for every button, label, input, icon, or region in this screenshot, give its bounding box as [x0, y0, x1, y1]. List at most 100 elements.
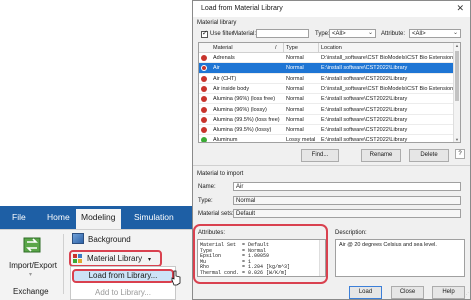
column-header-type[interactable]: Type: [286, 45, 298, 51]
material-sets-field: Default: [233, 209, 461, 218]
resize-grip-icon[interactable]: ⋰: [464, 292, 469, 298]
cell-type: Normal: [286, 85, 304, 92]
use-filter-label: Use filter: [210, 31, 234, 37]
material-library-dropdown-icon[interactable]: ▾: [148, 256, 151, 263]
scrollbar-thumb[interactable]: [455, 51, 459, 101]
delete-button[interactable]: Delete: [409, 149, 449, 162]
type-filter-select[interactable]: <All> ⌄: [329, 29, 376, 38]
scroll-down-icon[interactable]: ▼: [455, 137, 459, 142]
chevron-down-icon: ⌄: [452, 30, 458, 36]
cell-material: Air (CHT): [213, 75, 237, 82]
group-label-exchange: Exchange: [13, 287, 49, 296]
attributes-list[interactable]: Material Set = Default Type = Normal Epsil…: [197, 239, 326, 277]
table-row[interactable]: Air inside body Normal D:\install_software…: [199, 84, 455, 95]
material-filter-label: Material:: [233, 31, 257, 37]
load-material-dialog: Load from Material Library ✕ Material li…: [192, 0, 471, 300]
material-color-icon: [201, 116, 207, 123]
find-button[interactable]: Find...: [301, 149, 339, 162]
cell-type: Normal: [286, 116, 304, 123]
cell-material: Aluminum: [213, 137, 238, 143]
cell-location: E:\install software\CST2022\Library: [321, 96, 408, 103]
cell-type: Normal: [286, 96, 304, 103]
attributes-label: Attributes:: [198, 230, 226, 236]
dialog-title: Load from Material Library: [201, 5, 283, 12]
table-row[interactable]: Alumina (99.5%) (loss free) Normal E:\inst…: [199, 115, 455, 126]
cell-material: Air inside body: [213, 85, 250, 92]
cell-type: Normal: [286, 75, 304, 82]
material-color-icon: [201, 96, 207, 103]
attributes-scrollbar[interactable]: [319, 240, 325, 276]
type-field: Normal: [233, 196, 461, 205]
menu-item-load-from-library[interactable]: Load from Library...: [72, 269, 174, 283]
tab-simulation[interactable]: Simulation: [134, 212, 174, 222]
cell-location: E:\install software\CST2022\Library: [321, 75, 408, 82]
column-divider[interactable]: [318, 43, 319, 53]
tab-file[interactable]: File: [12, 212, 26, 222]
import-export-dropdown-icon[interactable]: ▾: [29, 271, 32, 278]
use-filter-checkbox[interactable]: ✓: [201, 30, 208, 38]
material-color-icon: [201, 65, 207, 72]
cell-type: Normal: [286, 127, 304, 134]
group-label-material-library: Material library: [197, 20, 237, 26]
column-divider[interactable]: [283, 43, 284, 53]
table-row[interactable]: Aluminum Lossy metal E:\install software\C…: [199, 135, 455, 143]
table-scrollbar[interactable]: ▲ ▼: [453, 43, 460, 142]
material-color-icon: [201, 85, 207, 92]
rename-button[interactable]: Rename: [361, 149, 401, 162]
table-row[interactable]: Alumina (99.5%) (lossy) Normal E:\install …: [199, 125, 455, 136]
scroll-up-icon[interactable]: ▲: [455, 43, 459, 48]
check-icon: ✓: [202, 30, 208, 37]
cell-location: E:\install software\CST2022\Library: [321, 106, 408, 113]
import-export-button[interactable]: Import/Export: [9, 261, 57, 270]
column-header-location[interactable]: Location: [321, 45, 342, 51]
description-label: Description:: [335, 230, 367, 236]
table-row[interactable]: Adrenals Normal D:\install_software\CST Bi…: [199, 53, 455, 64]
attribute-filter-value: <All>: [412, 31, 426, 37]
material-library-menu: Load from Library... Add to Library...: [70, 266, 176, 300]
description-value: Air @ 20 degrees Celsius and sea level.: [339, 242, 437, 248]
cell-material: Alumina (96%) (loss free): [213, 96, 276, 103]
ribbon-tab-bar: File Home Modeling Simulation: [0, 206, 198, 229]
cell-location: E:\install software\CST2022\Library: [321, 127, 408, 134]
cell-type: Normal: [286, 55, 304, 61]
material-color-icon: [201, 55, 207, 61]
type-filter-value: <All>: [332, 31, 346, 37]
table-row[interactable]: Air Normal E:\install software\CST2022\Lib…: [199, 63, 455, 74]
mouse-cursor-icon: [171, 270, 181, 286]
close-icon[interactable]: ✕: [456, 3, 464, 14]
load-button[interactable]: Load: [349, 286, 382, 299]
background-button[interactable]: Background: [88, 235, 131, 244]
cell-type: Normal: [286, 106, 304, 113]
cell-type: Normal: [286, 65, 304, 72]
description-text[interactable]: Air @ 20 degrees Celsius and sea level.: [335, 239, 465, 277]
material-filter-input[interactable]: [256, 29, 309, 38]
close-button[interactable]: Close: [391, 286, 424, 299]
cell-type: Lossy metal: [286, 137, 316, 143]
help-button[interactable]: Help: [432, 286, 465, 299]
cell-location: E:\install software\CST2022\Library: [321, 65, 408, 72]
material-color-icon: [201, 137, 207, 142]
help-icon[interactable]: ?: [455, 149, 465, 159]
tab-home[interactable]: Home: [47, 212, 70, 222]
import-export-icon[interactable]: [23, 236, 41, 254]
cell-material: Alumina (99.5%) (lossy): [213, 127, 272, 134]
table-row[interactable]: Alumina (96%) (loss free) Normal E:\instal…: [199, 94, 455, 105]
material-color-icon: [201, 75, 207, 82]
menu-item-add-to-library[interactable]: Add to Library...: [72, 286, 174, 300]
table-row[interactable]: Alumina (96%) (lossy) Normal E:\install so…: [199, 105, 455, 115]
type-filter-label: Type:: [315, 31, 330, 37]
column-header-material[interactable]: Material: [213, 45, 233, 51]
attribute-filter-select[interactable]: <All> ⌄: [409, 29, 461, 38]
name-field[interactable]: Air: [233, 182, 461, 191]
material-color-icon: [201, 106, 207, 113]
dialog-titlebar: Load from Material Library ✕: [193, 1, 470, 17]
material-table: Material / Type Location Adrenals Normal D…: [198, 42, 461, 143]
sort-indicator: /: [275, 45, 277, 51]
table-header: Material / Type Location: [199, 43, 455, 53]
material-sets-label: Material sets:: [198, 211, 234, 217]
table-row[interactable]: Air (CHT) Normal E:\install software\CST20…: [199, 74, 455, 84]
cell-location: D:\install_software\CST BioModels\CST Bi…: [321, 85, 454, 92]
group-label-material-to-import: Material to import: [197, 171, 244, 177]
material-library-button[interactable]: Material Library: [87, 254, 142, 263]
tab-modeling[interactable]: Modeling: [76, 209, 121, 229]
